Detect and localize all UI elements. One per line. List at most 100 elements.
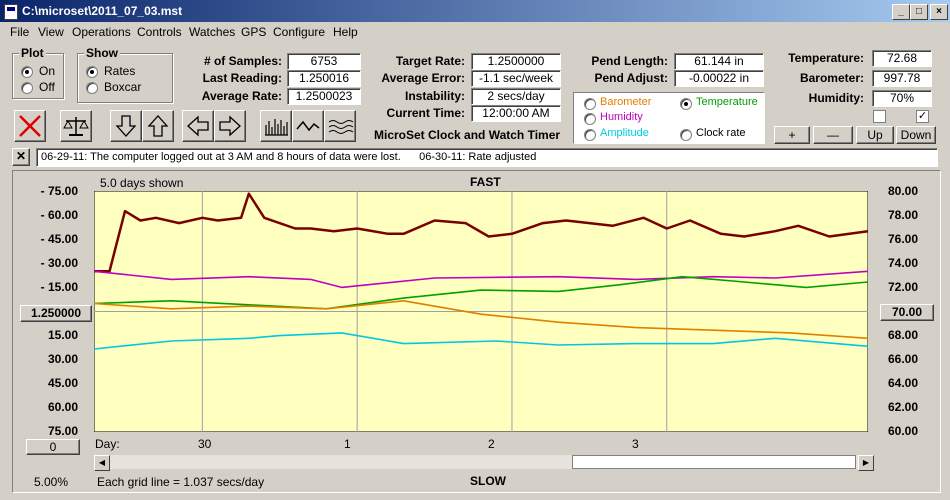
plot-group: Plot On Off bbox=[12, 46, 64, 99]
scroll-left-icon[interactable]: ◀ bbox=[94, 455, 110, 471]
right-axis-label: 64.00 bbox=[887, 376, 918, 390]
amplitude-radio[interactable] bbox=[584, 129, 596, 141]
move-down-button[interactable] bbox=[110, 110, 142, 142]
target-rate-field[interactable]: 1.2500000 bbox=[471, 53, 561, 70]
right-axis-label: 68.00 bbox=[887, 328, 918, 342]
show-boxcar-label: Boxcar bbox=[104, 80, 142, 94]
scale-plus-button[interactable]: + bbox=[774, 126, 810, 144]
humidity-option[interactable]: Humidity bbox=[600, 111, 643, 123]
move-left-button[interactable] bbox=[182, 110, 214, 142]
menu-controls[interactable]: Controls bbox=[137, 25, 182, 39]
zero-button[interactable]: 0 bbox=[26, 439, 80, 455]
day-tick-label: 1 bbox=[344, 437, 351, 451]
scroll-right-icon[interactable]: ▶ bbox=[858, 455, 874, 471]
horizontal-scrollbar[interactable]: ◀ ▶ bbox=[94, 455, 874, 471]
title-bar: C:\microset\2011_07_03.mst _ □ × bbox=[0, 0, 950, 22]
bars-view-button[interactable] bbox=[260, 110, 292, 142]
show-group-title: Show bbox=[84, 46, 120, 60]
amplitude-option[interactable]: Amplitude bbox=[600, 127, 649, 139]
menu-watches[interactable]: Watches bbox=[189, 25, 235, 39]
barometer-option[interactable]: Barometer bbox=[600, 96, 651, 108]
aux-select-box: Barometer Temperature Humidity Amplitude… bbox=[573, 92, 765, 144]
right-axis-label: 76.00 bbox=[887, 232, 918, 246]
minimize-button[interactable]: _ bbox=[892, 4, 910, 20]
app-icon bbox=[4, 4, 18, 20]
left-axis-label: 45.00 bbox=[47, 376, 78, 390]
dismiss-message-button[interactable]: ✕ bbox=[12, 148, 30, 166]
wave-view-button[interactable] bbox=[324, 110, 356, 142]
day-axis-label: Day: bbox=[95, 437, 120, 451]
plot-off-label: Off bbox=[39, 80, 55, 94]
barometer-radio[interactable] bbox=[584, 98, 596, 110]
red-x-icon bbox=[19, 115, 41, 137]
show-boxcar-radio[interactable] bbox=[86, 82, 98, 94]
clock-rate-radio[interactable] bbox=[680, 129, 692, 141]
center-value-button[interactable]: 1.250000 bbox=[20, 305, 92, 322]
barometer-field: 997.78 bbox=[872, 70, 932, 87]
line-plot-icon bbox=[296, 120, 320, 132]
right-axis-label: 62.00 bbox=[887, 400, 918, 414]
instability-field: 2 secs/day bbox=[471, 88, 561, 105]
average-error-label: Average Error: bbox=[381, 71, 465, 85]
plot-off-radio[interactable] bbox=[21, 82, 33, 94]
average-error-field: -1.1 sec/week bbox=[471, 70, 561, 87]
left-axis-label: - 75.00 bbox=[40, 184, 78, 198]
right-axis-label: 66.00 bbox=[887, 352, 918, 366]
app-title: MicroSet Clock and Watch Timer bbox=[374, 128, 561, 142]
right-axis-label: 74.00 bbox=[887, 256, 918, 270]
menu-bar: File View Operations Controls Watches GP… bbox=[0, 22, 950, 42]
grid-note: Each grid line = 1.037 secs/day bbox=[97, 475, 265, 489]
menu-gps[interactable]: GPS bbox=[241, 25, 266, 39]
bar-plot-icon bbox=[265, 119, 288, 136]
left-axis-label: - 30.00 bbox=[40, 256, 78, 270]
left-axis-label: 15.00 bbox=[47, 328, 78, 342]
balance-button[interactable] bbox=[60, 110, 92, 142]
current-time-label: Current Time: bbox=[386, 106, 465, 120]
left-axis-label: 30.00 bbox=[47, 352, 78, 366]
pend-length-field[interactable]: 61.144 in bbox=[674, 53, 764, 70]
left-axis-label: 60.00 bbox=[47, 400, 78, 414]
scale-up-button[interactable]: Up bbox=[856, 126, 894, 144]
menu-help[interactable]: Help bbox=[333, 25, 358, 39]
humidity-radio[interactable] bbox=[584, 113, 596, 125]
left-axis-label: - 60.00 bbox=[40, 208, 78, 222]
barometer-label: Barometer: bbox=[799, 71, 864, 85]
day-tick-label: 2 bbox=[488, 437, 495, 451]
scale-minus-button[interactable]: — bbox=[813, 126, 853, 144]
move-right-button[interactable] bbox=[214, 110, 246, 142]
temperature-field: 72.68 bbox=[872, 50, 932, 67]
right-axis-label: 78.00 bbox=[887, 208, 918, 222]
temperature-radio[interactable] bbox=[680, 98, 692, 110]
line-view-button[interactable] bbox=[292, 110, 324, 142]
scale-down-button[interactable]: Down bbox=[896, 126, 936, 144]
temperature-option[interactable]: Temperature bbox=[696, 96, 758, 108]
sensor-checkbox-2[interactable]: ✓ bbox=[916, 110, 929, 123]
menu-file[interactable]: File bbox=[10, 25, 29, 39]
menu-operations[interactable]: Operations bbox=[72, 25, 131, 39]
current-time-field: 12:00:00 AM bbox=[471, 105, 561, 122]
right-center-value-button[interactable]: 70.00 bbox=[880, 304, 934, 321]
sensor-checkbox-1[interactable] bbox=[873, 110, 886, 123]
plot-on-radio[interactable] bbox=[21, 66, 33, 78]
balance-scale-icon bbox=[63, 117, 89, 136]
clock-rate-option[interactable]: Clock rate bbox=[696, 127, 746, 139]
window-title: C:\microset\2011_07_03.mst bbox=[22, 4, 183, 18]
humidity-label: Humidity: bbox=[808, 91, 864, 105]
clear-button[interactable] bbox=[14, 110, 46, 142]
left-axis-label: 75.00 bbox=[47, 424, 78, 438]
maximize-button[interactable]: □ bbox=[910, 4, 928, 20]
temperature-label: Temperature: bbox=[788, 51, 864, 65]
close-window-button[interactable]: × bbox=[930, 4, 948, 20]
move-up-button[interactable] bbox=[142, 110, 174, 142]
scroll-thumb[interactable] bbox=[572, 455, 856, 469]
zoom-level: 5.00% bbox=[34, 475, 69, 489]
plot-on-label: On bbox=[39, 64, 56, 78]
menu-view[interactable]: View bbox=[38, 25, 64, 39]
samples-label: # of Samples: bbox=[203, 54, 282, 68]
show-rates-radio[interactable] bbox=[86, 66, 98, 78]
last-reading-label: Last Reading: bbox=[202, 71, 282, 85]
pend-adjust-label: Pend Adjust: bbox=[594, 71, 668, 85]
pend-length-label: Pend Length: bbox=[591, 54, 668, 68]
days-shown-label: 5.0 days shown bbox=[100, 176, 184, 190]
menu-configure[interactable]: Configure bbox=[273, 25, 325, 39]
